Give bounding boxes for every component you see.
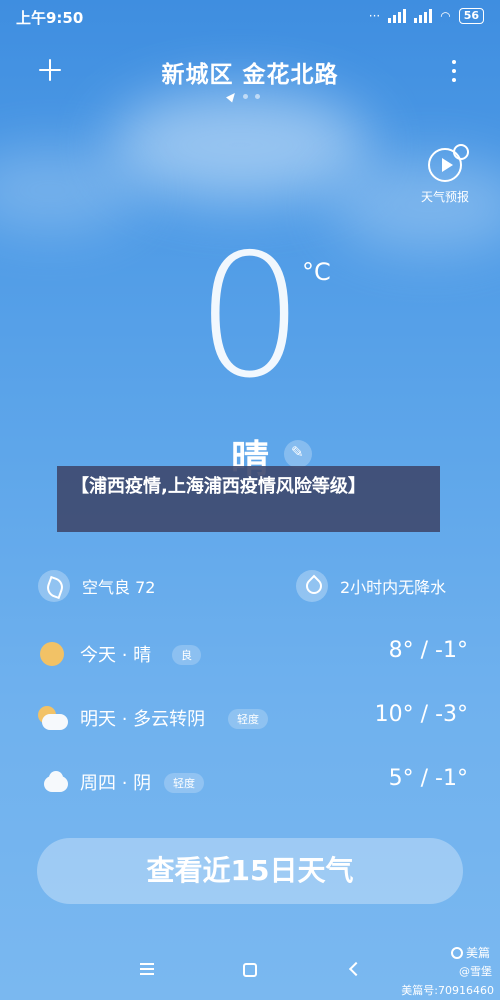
temperature-unit: °C xyxy=(302,258,331,286)
day-temps: 10° / -3° xyxy=(374,702,468,727)
weather-forecast-video-button[interactable]: 天气预报 xyxy=(410,144,480,210)
day-row-today[interactable]: 今天 · 晴 良 8° / -1° xyxy=(38,638,468,670)
day-temps: 5° / -1° xyxy=(388,766,468,791)
news-banner[interactable]: 【浦西疫情,上海浦西疫情风险等级】 xyxy=(57,466,440,532)
partly-cloudy-icon xyxy=(38,704,68,732)
menu-icon[interactable] xyxy=(140,963,154,975)
status-bar: 上午9:50 ··· ◠ 56 xyxy=(0,0,500,34)
page-dot xyxy=(243,94,248,99)
cloud-haze xyxy=(110,90,370,200)
signal-icon xyxy=(388,9,407,23)
cloud-icon xyxy=(38,768,68,796)
aqi-badge: 轻度 xyxy=(164,773,204,793)
location-arrow-icon xyxy=(226,90,238,103)
current-temperature: 0 xyxy=(195,218,305,416)
watermark-brand: 美篇 xyxy=(466,946,491,960)
precipitation-label: 2小时内无降水 xyxy=(340,578,447,597)
day-label: 周四 · 阴 xyxy=(80,773,152,794)
water-drop-icon xyxy=(296,570,328,602)
day-label: 明天 · 多云转阴 xyxy=(80,709,206,730)
battery-icon: 56 xyxy=(458,8,484,24)
aqi-badge: 良 xyxy=(172,645,201,665)
location-title[interactable]: 新城区 金花北路 xyxy=(0,55,500,89)
precipitation[interactable]: 2小时内无降水 xyxy=(296,568,446,604)
air-quality-label: 空气良 72 xyxy=(82,578,156,597)
day-label: 今天 · 晴 xyxy=(80,645,152,666)
forecast-label: 天气预报 xyxy=(420,190,469,204)
sun-icon xyxy=(453,144,469,160)
page-indicator xyxy=(226,90,260,103)
navigation-bar xyxy=(0,955,500,985)
view-15-day-forecast-button[interactable]: 查看近15日天气 xyxy=(37,838,463,904)
status-time: 上午9:50 xyxy=(16,9,84,27)
dots-icon: ··· xyxy=(368,9,381,23)
edit-icon[interactable] xyxy=(284,440,312,468)
day-temps: 8° / -1° xyxy=(388,638,468,663)
aqi-badge: 轻度 xyxy=(228,709,268,729)
status-icons: ··· ◠ 56 xyxy=(369,8,484,24)
home-icon[interactable] xyxy=(243,963,257,977)
page-dot xyxy=(255,94,260,99)
sun-icon xyxy=(40,642,64,666)
news-banner-text: 【浦西疫情,上海浦西疫情风险等级】 xyxy=(71,476,366,497)
signal-icon-2 xyxy=(414,9,433,23)
air-quality[interactable]: 空气良 72 xyxy=(38,568,155,604)
watermark-logo: 美篇 xyxy=(451,944,490,961)
watermark-id: 美篇号:70916460 xyxy=(401,984,494,997)
day-row-tomorrow[interactable]: 明天 · 多云转阴 轻度 10° / -3° xyxy=(38,702,468,734)
leaf-icon xyxy=(38,570,70,602)
brand-logo-icon xyxy=(451,946,463,959)
watermark-user: @雪堡 xyxy=(459,965,492,978)
back-icon[interactable] xyxy=(348,961,364,977)
wifi-icon: ◠ xyxy=(440,9,451,23)
more-options-button[interactable] xyxy=(446,58,462,84)
day-row-thursday[interactable]: 周四 · 阴 轻度 5° / -1° xyxy=(38,766,468,798)
